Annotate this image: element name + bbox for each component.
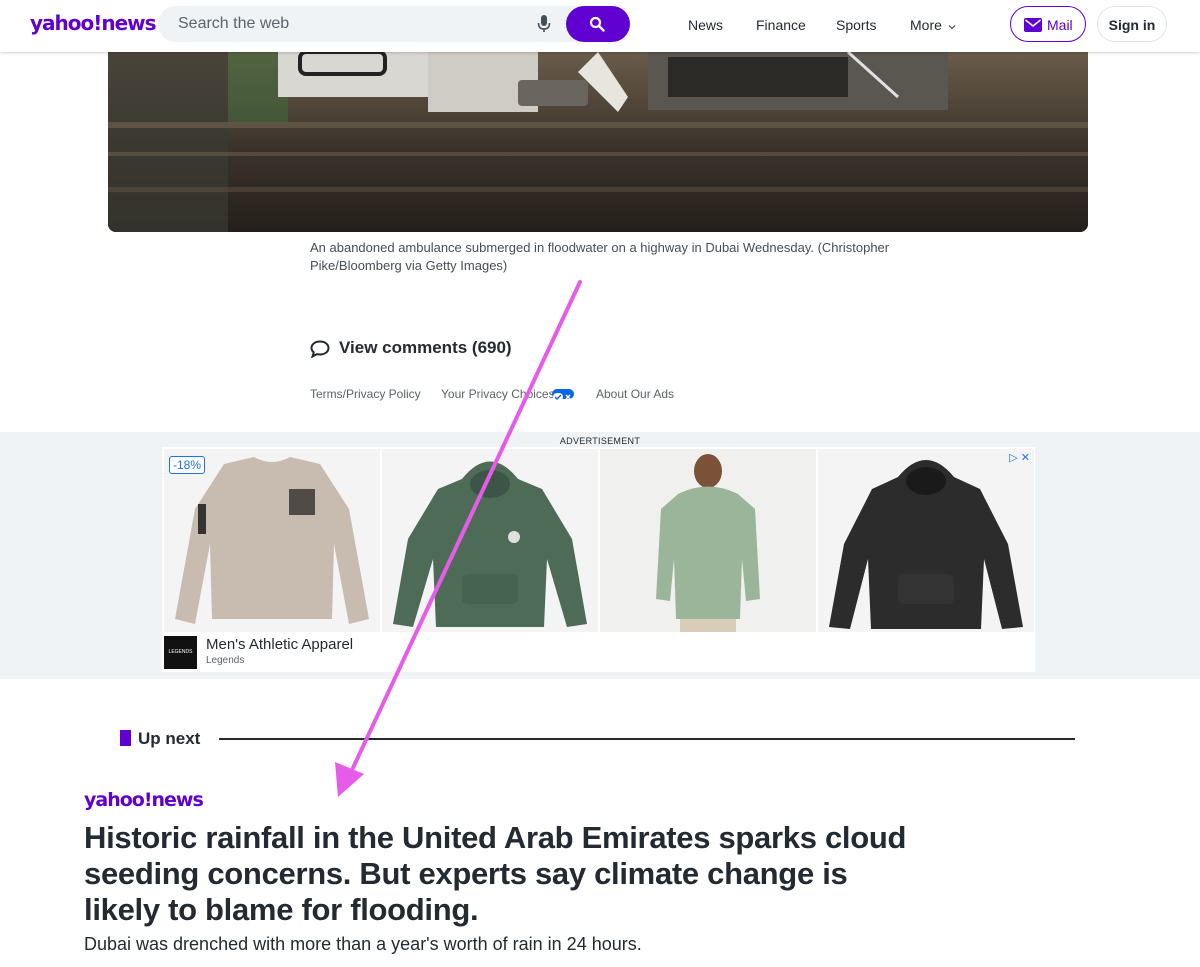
up-next-yahoo-news-logo: yahoo!news bbox=[84, 789, 204, 811]
up-next-headline[interactable]: Historic rainfall in the United Arab Emi… bbox=[84, 820, 924, 928]
sign-in-label: Sign in bbox=[1108, 17, 1156, 33]
ad-product-hoodie-black[interactable]: ▷ ✕ bbox=[818, 449, 1034, 632]
caption-line-2: Pike/Bloomberg via Getty Images) bbox=[310, 258, 508, 273]
sweatshirt-image bbox=[175, 457, 369, 624]
ad-brand: Legends bbox=[206, 655, 245, 666]
green-hoodie-image bbox=[393, 461, 587, 627]
microphone-icon[interactable] bbox=[536, 14, 552, 34]
ad-title[interactable]: Men's Athletic Apparel bbox=[206, 636, 353, 653]
article-photo-flooded-ambulance bbox=[108, 52, 1088, 232]
nav-finance[interactable]: Finance bbox=[756, 17, 806, 33]
ad-product-hoodie-sage[interactable] bbox=[600, 449, 816, 632]
comment-bubble-icon bbox=[310, 340, 330, 358]
search-button[interactable] bbox=[566, 6, 630, 42]
privacy-choices-link[interactable]: Your Privacy Choices bbox=[441, 387, 555, 401]
legends-brand-logo[interactable]: LEGENDS bbox=[164, 636, 197, 669]
search-icon bbox=[589, 16, 605, 32]
nav-sports[interactable]: Sports bbox=[836, 17, 876, 33]
up-next-summary: Dubai was drenched with more than a year… bbox=[84, 934, 642, 954]
discount-badge: -18% bbox=[169, 456, 206, 474]
caption-line-1: An abandoned ambulance submerged in floo… bbox=[310, 240, 890, 255]
mail-label: Mail bbox=[1047, 17, 1073, 33]
ad-product-sweatshirt-tan[interactable]: -18% bbox=[164, 449, 380, 632]
nav-news[interactable]: News bbox=[688, 17, 723, 33]
terms-privacy-link[interactable]: Terms/Privacy Policy bbox=[310, 387, 421, 401]
sage-hoodie-model-image bbox=[600, 449, 816, 632]
chevron-down-icon bbox=[948, 25, 956, 30]
nav-more[interactable]: More bbox=[910, 17, 956, 33]
adchoices-icon[interactable]: ▷ ✕ bbox=[1009, 451, 1030, 464]
search-box bbox=[158, 6, 630, 42]
up-next-divider bbox=[219, 738, 1075, 740]
mail-button[interactable]: Mail bbox=[1010, 6, 1086, 42]
advertisement-label: ADVERTISEMENT bbox=[559, 436, 641, 446]
view-comments-label: View comments (690) bbox=[339, 338, 512, 357]
about-our-ads-link[interactable]: About Our Ads bbox=[596, 387, 674, 401]
sign-in-button[interactable]: Sign in bbox=[1097, 6, 1167, 42]
ad-product-hoodie-green[interactable] bbox=[382, 449, 598, 632]
yahoo-news-logo[interactable]: yahoo!news bbox=[30, 11, 157, 35]
top-navigation-bar: yahoo!news News Finance Sports More Mail… bbox=[0, 0, 1200, 52]
mail-icon bbox=[1024, 18, 1042, 32]
up-next-accent-bar bbox=[120, 730, 131, 746]
search-input[interactable] bbox=[178, 14, 518, 34]
ad-unit[interactable]: -18% ▷ ✕ LEGENDS Men's Athletic Apparel … bbox=[162, 447, 1035, 672]
black-hoodie-image bbox=[829, 460, 1023, 629]
photo-caption: An abandoned ambulance submerged in floo… bbox=[310, 239, 910, 275]
up-next-heading: Up next bbox=[138, 729, 201, 748]
nav-more-label: More bbox=[910, 17, 942, 33]
flood-scene-image bbox=[108, 52, 1088, 232]
privacy-choices-icon bbox=[552, 389, 574, 401]
